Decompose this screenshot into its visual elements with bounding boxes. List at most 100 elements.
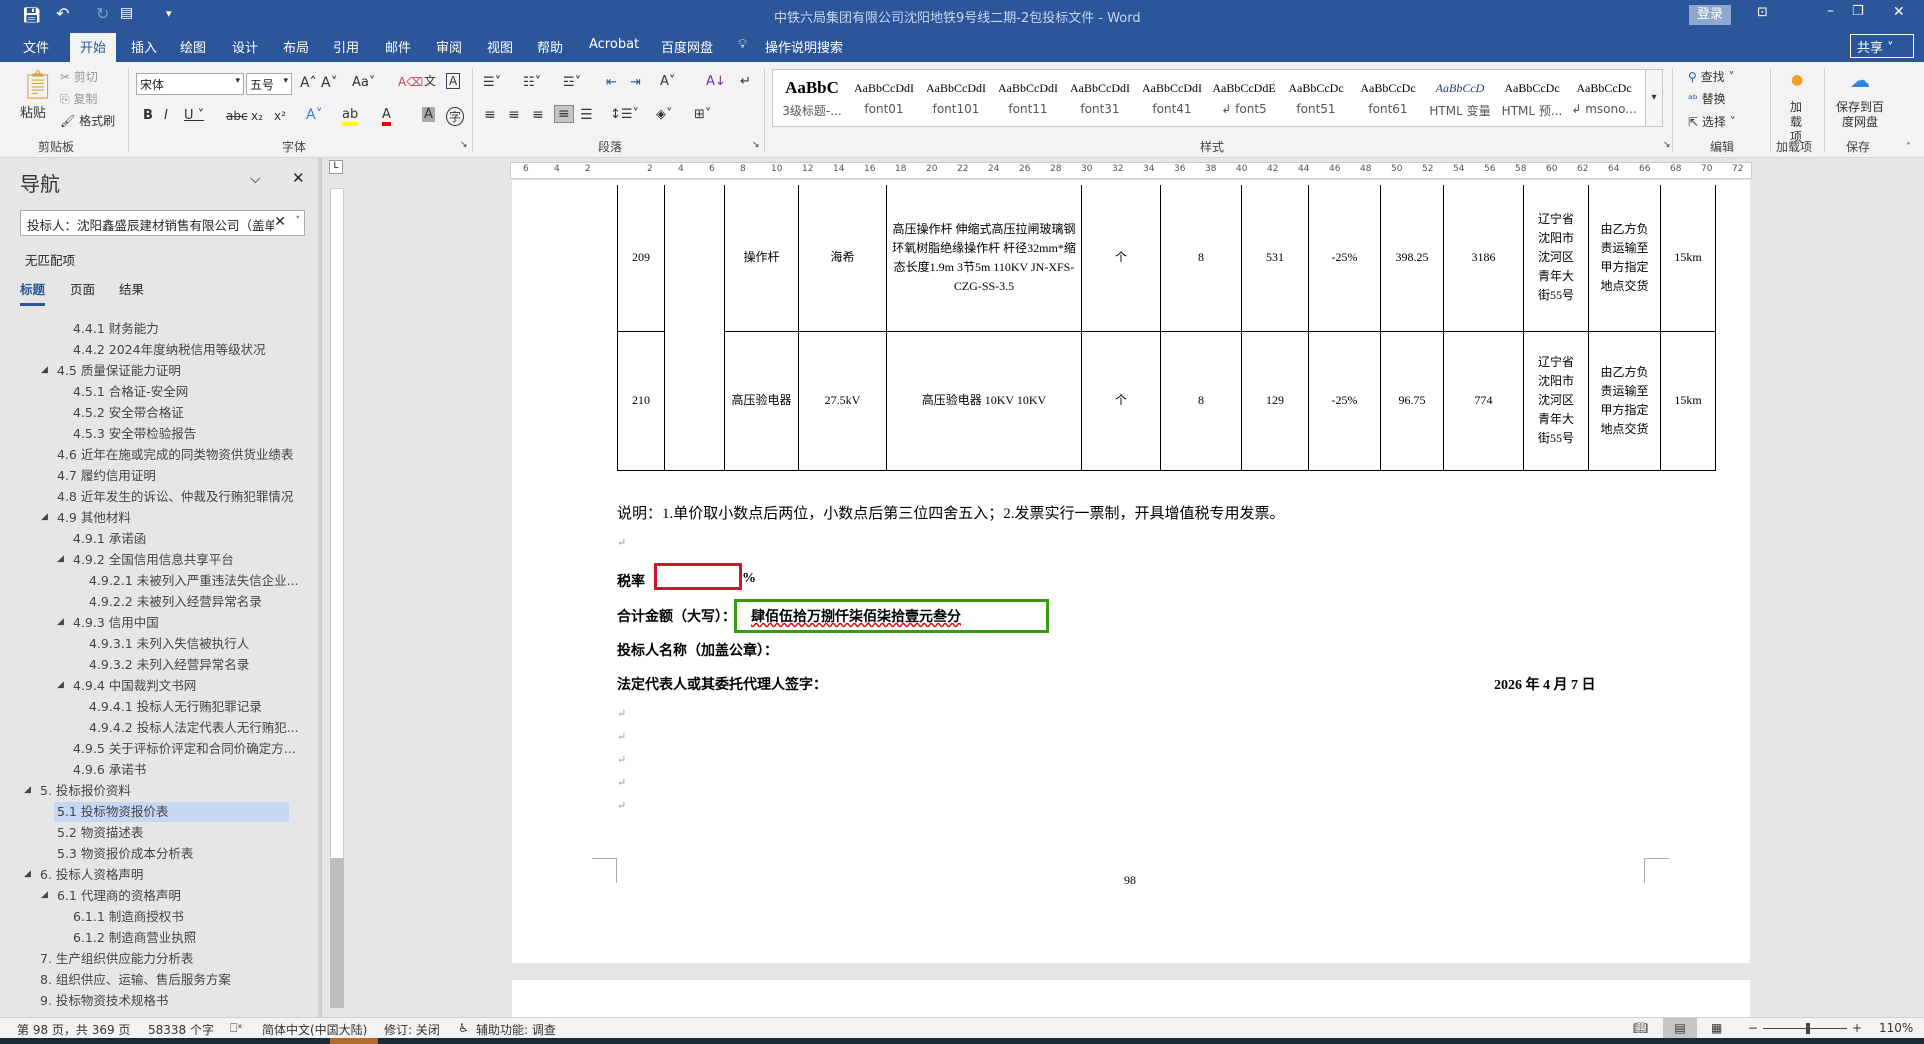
nav-heading-item[interactable]: 4.5.2 安全带合格证 — [70, 403, 184, 423]
nav-heading-item[interactable]: 4.9.2 全国信用信息共享平台 — [70, 550, 234, 570]
tab-file[interactable]: 文件 — [23, 37, 49, 56]
nav-heading-item[interactable]: 4.5.1 合格证-安全网 — [70, 382, 188, 402]
proofing-icon[interactable]: ⎕ˣ — [230, 1021, 243, 1036]
page-count[interactable]: 第 98 页，共 369 页 — [17, 1021, 130, 1038]
align-right-icon[interactable]: ≡ — [532, 107, 544, 123]
search-options-icon[interactable]: ˅ — [295, 216, 300, 226]
multilevel-list-icon[interactable]: ☲˅ — [563, 75, 581, 90]
nav-heading-item[interactable]: 4.8 近年发生的诉讼、仲裁及行贿犯罪情况 — [54, 487, 293, 507]
grow-font-icon[interactable]: A˄ A˅ — [300, 75, 338, 91]
table-cell[interactable]: 个 — [1081, 330, 1161, 471]
tax-rate-field[interactable] — [654, 563, 742, 590]
style-item[interactable]: AaBbCcDc font51 — [1280, 76, 1352, 116]
nav-tab-results[interactable]: 结果 — [119, 279, 144, 298]
nav-heading-item[interactable]: 8. 组织供应、运输、售后服务方案 — [37, 970, 231, 990]
save-icon[interactable]: 💾︎ — [22, 6, 41, 24]
cut-button[interactable]: ✂ 剪切 — [60, 68, 98, 85]
align-left-icon[interactable]: ≡ — [484, 107, 496, 123]
text-effects-icon[interactable]: A˅ — [306, 107, 323, 123]
nav-heading-item[interactable]: 6. 投标人资格声明 — [37, 865, 143, 885]
zoom-in-button[interactable]: + — [1852, 1021, 1862, 1035]
table-cell[interactable]: 个 — [1081, 185, 1161, 332]
enclose-char-icon[interactable]: 字 — [446, 107, 465, 126]
nav-heading-item[interactable]: 4.9.2.2 未被列入经营异常名录 — [86, 592, 262, 612]
select-button[interactable]: ⇱ 选择 ˅ — [1688, 113, 1736, 130]
bullets-icon[interactable]: ☰˅ — [483, 75, 501, 90]
table-cell[interactable]: -25% — [1308, 185, 1381, 332]
style-item[interactable]: AaBbCcDc ↲ msono... — [1568, 76, 1640, 116]
strikethrough-icon[interactable]: abc — [226, 109, 248, 123]
clear-search-icon[interactable]: ✕ — [274, 214, 286, 230]
tab-insert[interactable]: 插入 — [131, 37, 157, 56]
track-changes-status[interactable]: 修订: 关闭 — [384, 1021, 440, 1038]
nav-heading-item[interactable]: 4.9.3 信用中国 — [70, 613, 159, 633]
zoom-out-button[interactable]: − — [1748, 1021, 1758, 1035]
style-item[interactable]: AaBbCcDc HTML 预... — [1496, 76, 1568, 119]
table-cell[interactable]: 海希 — [798, 185, 887, 332]
underline-icon[interactable]: U ˅ — [184, 108, 204, 123]
sort-icon[interactable]: A↓ — [706, 74, 726, 89]
collapse-triangle-icon[interactable]: ◢ — [41, 890, 48, 900]
undo-icon[interactable]: ↶ — [56, 4, 69, 23]
nav-heading-item[interactable]: 4.9.1 承诺函 — [70, 529, 146, 549]
styles-more-button[interactable]: ▾ — [1645, 69, 1663, 127]
styles-dialog-launcher-icon[interactable]: ↘ — [1663, 140, 1671, 150]
collapse-triangle-icon[interactable]: ◢ — [41, 512, 48, 522]
table-cell[interactable]: 96.75 — [1380, 330, 1444, 471]
table-cell[interactable]: 8 — [1160, 330, 1242, 471]
font-size-select[interactable]: 五号 ▾ — [246, 73, 292, 95]
nav-heading-item[interactable]: 4.9.4.1 投标人无行贿犯罪记录 — [86, 697, 262, 717]
table-cell[interactable]: 由乙方负责运输至甲方指定地点交货 — [1588, 185, 1661, 332]
tab-mailings[interactable]: 邮件 — [385, 37, 411, 56]
subscript-icon[interactable]: x₂ — [251, 109, 263, 123]
font-dialog-launcher-icon[interactable]: ↘ — [460, 140, 468, 150]
nav-heading-item[interactable]: 4.5 质量保证能力证明 — [54, 361, 181, 381]
table-cell[interactable]: 27.5kV — [798, 330, 887, 471]
show-marks-icon[interactable]: ↵ — [740, 74, 751, 89]
table-cell[interactable]: 15km — [1660, 185, 1716, 332]
tab-baidu[interactable]: 百度网盘 — [661, 37, 713, 56]
table-cell[interactable]: 辽宁省沈阳市沈河区青年大街55号 — [1523, 185, 1589, 332]
table-cell[interactable]: 辽宁省沈阳市沈河区青年大街55号 — [1523, 330, 1589, 471]
nav-heading-item[interactable]: 5. 投标报价资料 — [37, 781, 131, 801]
nav-heading-item[interactable]: 9. 投标物资技术规格书 — [37, 991, 168, 1011]
copy-button[interactable]: ⎘ 复制 — [60, 90, 97, 107]
table-cell[interactable]: -25% — [1308, 330, 1381, 471]
redo-icon[interactable]: ↻ — [96, 4, 109, 23]
font-color-icon[interactable]: A — [382, 107, 391, 126]
nav-heading-item[interactable]: 6.1.1 制造商授权书 — [70, 907, 184, 927]
table-cell[interactable]: 15km — [1660, 330, 1716, 471]
borders-icon[interactable]: ⊞˅ — [694, 107, 711, 122]
nav-heading-item[interactable]: 4.7 履约信用证明 — [54, 466, 156, 486]
collapse-triangle-icon[interactable]: ◢ — [57, 680, 64, 690]
nav-heading-item[interactable]: 4.6 近年在施或完成的同类物资供货业绩表 — [54, 445, 293, 465]
justify-icon[interactable]: ≡ — [554, 105, 574, 123]
tab-review[interactable]: 审阅 — [436, 37, 462, 56]
tab-draw[interactable]: 绘图 — [180, 37, 206, 56]
style-item[interactable]: AaBbCcDdI font101 — [920, 76, 992, 116]
table-cell[interactable]: 操作杆 — [724, 185, 799, 332]
nav-heading-item[interactable]: 5.3 物资报价成本分析表 — [54, 844, 193, 864]
collapse-triangle-icon[interactable]: ◢ — [41, 365, 48, 375]
nav-heading-item[interactable]: 5.2 物资描述表 — [54, 823, 143, 843]
nav-search-input[interactable]: 投标人：沈阳鑫盛辰建材销售有限公司（盖单 ✕ ˅ — [20, 210, 305, 236]
clear-format-icon[interactable]: A⌫ — [398, 75, 423, 89]
style-item[interactable]: AaBbCcDdI font31 — [1064, 76, 1136, 116]
nav-tab-headings[interactable]: 标题 — [20, 279, 46, 306]
tab-layout[interactable]: 布局 — [283, 37, 309, 56]
nav-scrollbar[interactable] — [318, 158, 321, 1017]
collapse-triangle-icon[interactable]: ◢ — [57, 617, 64, 627]
italic-icon[interactable]: I — [164, 108, 168, 123]
tab-home[interactable]: 开始 — [70, 33, 117, 63]
style-item[interactable]: AaBbCcD HTML 变量 — [1424, 76, 1496, 119]
format-painter-button[interactable]: 🖌︎ 格式刷 — [60, 112, 115, 129]
paste-icon[interactable]: 📋︎ — [20, 68, 56, 101]
zoom-slider-thumb[interactable] — [1806, 1023, 1811, 1034]
paste-button[interactable]: 粘贴 — [20, 102, 46, 121]
customize-toolbar-icon[interactable]: ▾ — [166, 7, 172, 20]
nav-heading-item[interactable]: 4.9.4 中国裁判文书网 — [70, 676, 196, 696]
tab-selector[interactable]: L — [329, 160, 343, 174]
nav-heading-item[interactable]: 4.9.4.2 投标人法定代表人无行贿犯... — [86, 718, 299, 738]
tab-design[interactable]: 设计 — [232, 37, 258, 56]
table-cell[interactable]: 3186 — [1443, 185, 1524, 332]
